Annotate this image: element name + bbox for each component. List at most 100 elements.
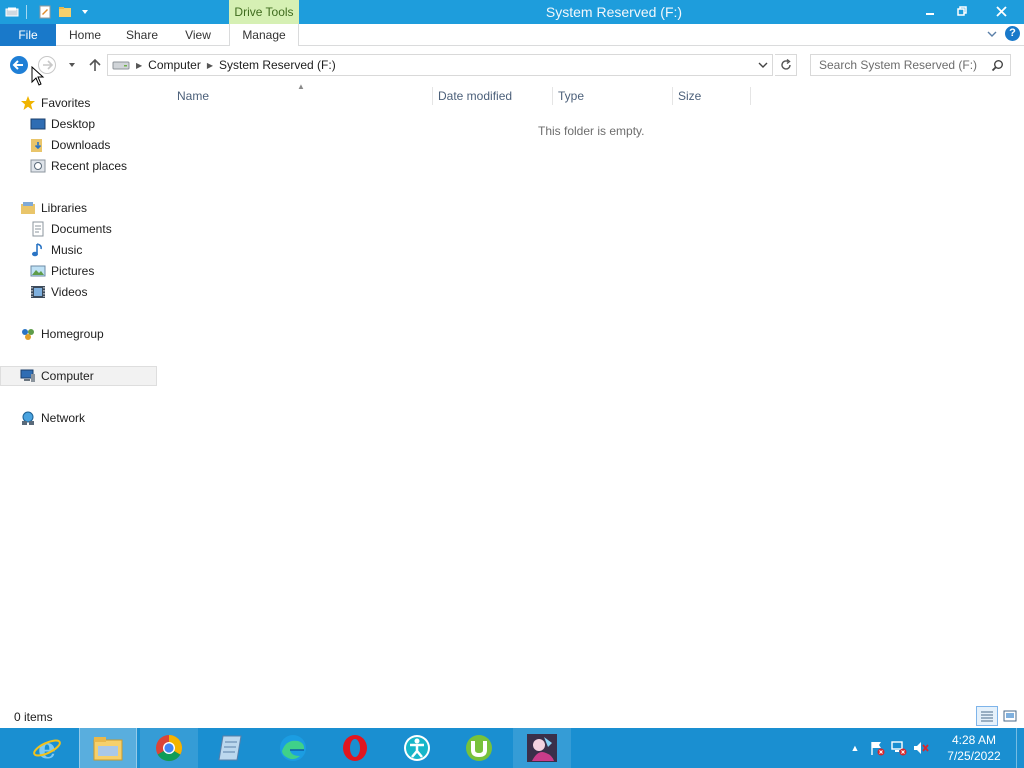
column-divider[interactable]	[552, 87, 553, 105]
show-desktop-button[interactable]	[1016, 728, 1024, 768]
tab-view[interactable]: View	[176, 24, 220, 46]
nav-desktop[interactable]: Desktop	[30, 114, 95, 134]
sort-ascending-icon: ▲	[297, 82, 305, 91]
search-input[interactable]	[811, 55, 989, 75]
restore-button[interactable]	[946, 0, 978, 22]
edge-icon	[280, 735, 306, 761]
nav-pictures[interactable]: Pictures	[30, 261, 94, 281]
refresh-button[interactable]	[775, 54, 797, 76]
music-icon	[30, 242, 46, 258]
nav-downloads-label: Downloads	[51, 138, 111, 152]
back-arrow-icon	[10, 56, 28, 74]
qat-separator	[26, 5, 27, 19]
tab-file[interactable]: File	[0, 24, 56, 46]
column-name[interactable]: Name	[177, 84, 209, 108]
taskbar-chrome[interactable]	[140, 728, 198, 768]
column-divider[interactable]	[432, 87, 433, 105]
minimize-icon	[926, 13, 934, 15]
breadcrumb-chevron-icon[interactable]: ▶	[136, 61, 142, 70]
close-button[interactable]	[978, 0, 1024, 22]
taskbar-edge[interactable]	[264, 728, 322, 768]
search-box	[810, 54, 1011, 76]
breadcrumb-chevron-icon[interactable]: ▶	[207, 61, 213, 70]
taskbar-opera[interactable]	[326, 728, 384, 768]
tab-share[interactable]: Share	[118, 24, 166, 46]
photo-app-icon	[527, 734, 557, 762]
volume-muted-icon[interactable]	[913, 740, 929, 756]
drive-icon	[112, 61, 130, 70]
homegroup-icon	[20, 326, 36, 342]
back-button[interactable]	[9, 55, 29, 75]
properties-icon[interactable]	[37, 4, 53, 20]
minimize-button[interactable]	[914, 0, 946, 22]
address-bar[interactable]: ▶ Computer ▶ System Reserved (F:)	[107, 54, 773, 76]
taskbar-clock[interactable]: 4:28 AM 7/25/2022	[936, 732, 1012, 764]
downloads-folder-icon	[30, 137, 46, 153]
column-headers: ▲ Name Date modified Type Size	[157, 82, 1024, 108]
clock-date: 7/25/2022	[947, 749, 1001, 763]
up-button[interactable]	[85, 55, 105, 75]
network-status-icon[interactable]	[891, 740, 907, 756]
taskbar-file-explorer[interactable]	[79, 728, 137, 768]
chrome-icon	[156, 734, 182, 762]
nav-downloads[interactable]: Downloads	[30, 135, 110, 155]
refresh-icon	[780, 59, 791, 70]
computer-icon	[20, 368, 36, 384]
nav-recent-places[interactable]: Recent places	[30, 156, 127, 176]
action-center-flag-icon[interactable]	[869, 740, 885, 756]
nav-documents[interactable]: Documents	[30, 219, 112, 239]
nav-videos[interactable]: Videos	[30, 282, 87, 302]
column-date-modified[interactable]: Date modified	[438, 84, 512, 108]
nav-favorites-label: Favorites	[41, 96, 91, 110]
mouse-cursor-icon	[31, 66, 45, 86]
column-type[interactable]: Type	[558, 84, 584, 108]
taskbar-internet-explorer[interactable]: e	[18, 728, 76, 768]
column-size[interactable]: Size	[678, 84, 701, 108]
address-dropdown-chevron-icon[interactable]	[757, 59, 769, 71]
breadcrumb-system-reserved[interactable]: System Reserved (F:)	[219, 58, 336, 72]
empty-folder-message: This folder is empty.	[538, 124, 645, 138]
status-bar: 0 items	[0, 706, 1024, 728]
taskbar-utorrent[interactable]	[450, 728, 508, 768]
ribbon: File Home Share View Manage ?	[0, 24, 1024, 46]
file-explorer-icon	[93, 737, 123, 761]
show-hidden-icons-chevron-icon[interactable]: ▲	[847, 740, 863, 756]
up-arrow-icon	[89, 58, 101, 71]
system-menu-icon[interactable]	[4, 4, 20, 20]
nav-libraries[interactable]: Libraries	[20, 198, 87, 218]
expand-ribbon-chevron-icon[interactable]	[987, 29, 997, 39]
recent-locations-button[interactable]	[62, 55, 82, 75]
nav-documents-label: Documents	[51, 222, 112, 236]
nav-computer[interactable]: Computer	[0, 366, 157, 386]
breadcrumb-computer[interactable]: Computer	[148, 58, 201, 72]
large-icons-view-button[interactable]	[999, 706, 1021, 726]
accessibility-app-icon	[404, 735, 430, 761]
taskbar-notepad[interactable]	[202, 728, 260, 768]
taskbar-photo-app[interactable]	[513, 728, 571, 768]
desktop-icon	[30, 116, 46, 132]
nav-homegroup[interactable]: Homegroup	[20, 324, 104, 344]
help-icon[interactable]: ?	[1005, 26, 1020, 41]
pictures-icon	[30, 263, 46, 279]
nav-favorites[interactable]: Favorites	[20, 93, 90, 113]
star-icon	[20, 95, 36, 111]
search-icon[interactable]	[991, 59, 1004, 72]
nav-network-label: Network	[41, 411, 86, 425]
new-folder-icon[interactable]	[57, 4, 73, 20]
drive-tools-tab-group: Drive Tools	[229, 0, 299, 24]
customize-qat-chevron-icon[interactable]	[77, 4, 93, 20]
nav-pictures-label: Pictures	[51, 264, 95, 278]
navigation-bar: ▶ Computer ▶ System Reserved (F:)	[0, 46, 1024, 84]
internet-explorer-icon: e	[33, 733, 61, 763]
tab-home[interactable]: Home	[60, 24, 110, 46]
details-view-button[interactable]	[976, 706, 998, 726]
nav-network[interactable]: Network	[20, 408, 85, 428]
nav-music[interactable]: Music	[30, 240, 82, 260]
nav-desktop-label: Desktop	[51, 117, 96, 131]
column-divider[interactable]	[750, 87, 751, 105]
column-divider[interactable]	[672, 87, 673, 105]
tab-manage[interactable]: Manage	[229, 24, 299, 46]
nav-music-label: Music	[51, 243, 83, 257]
opera-icon	[343, 735, 367, 761]
taskbar-accessibility-app[interactable]	[388, 728, 446, 768]
